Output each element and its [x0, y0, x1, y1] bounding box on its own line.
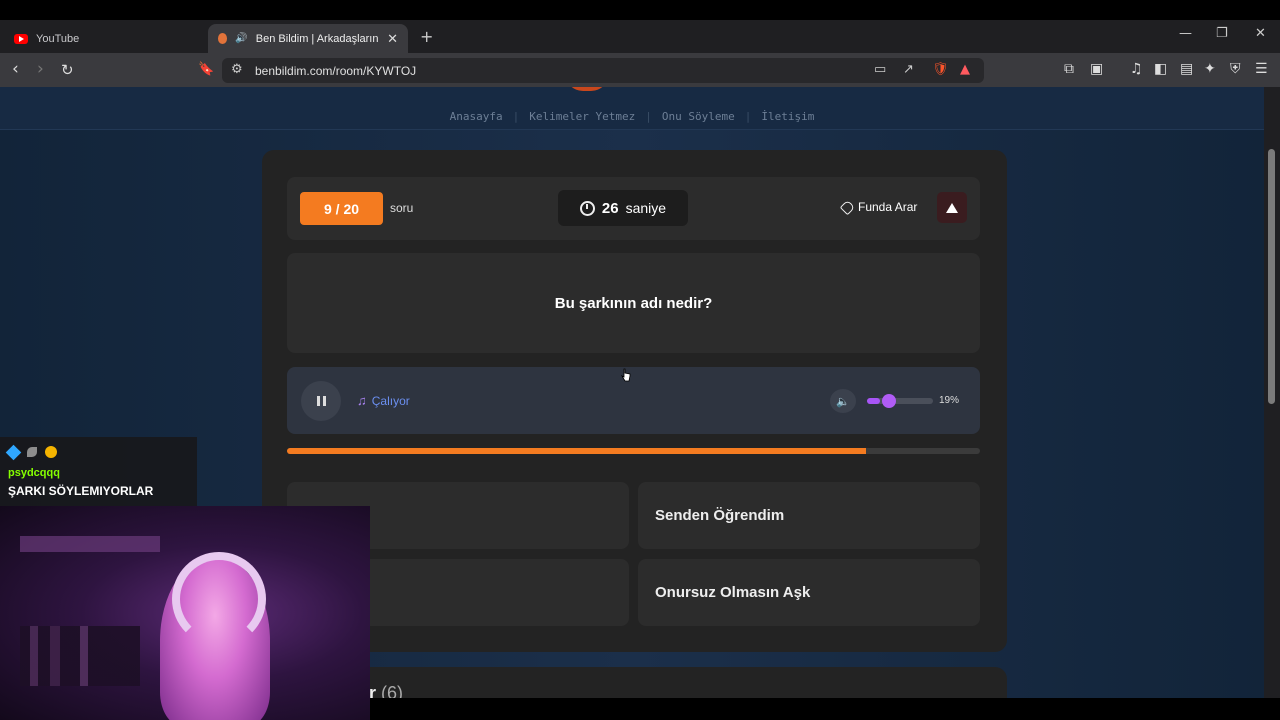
- nav-link-kelimeler[interactable]: Kelimeler Yetmez: [529, 110, 635, 123]
- tab-benbildim[interactable]: 🔊 Ben Bildim | Arkadaşlarınla Ol ✕: [208, 24, 408, 53]
- nav-link-onu-soyleme[interactable]: Onu Söyleme: [662, 110, 735, 123]
- question-counter-suffix: soru: [390, 201, 414, 215]
- nav-link-home[interactable]: Anasayfa: [450, 110, 503, 123]
- close-tab-icon[interactable]: ✕: [387, 31, 398, 47]
- site-nav: Anasayfa | Kelimeler Yetmez | Onu Söylem…: [0, 87, 1264, 130]
- url-text: benbildim.com/room/KYWTOJ: [255, 63, 417, 78]
- answer-option[interactable]: Senden Öğrendim: [638, 482, 980, 549]
- pause-icon: [316, 396, 320, 406]
- stream-chat-overlay: psydcqqq ŞARKI SÖYLEMIYORLAR: [0, 437, 197, 513]
- prime-badge-icon: [5, 444, 22, 460]
- restore-button[interactable]: ❐: [1216, 26, 1228, 41]
- screenshot-icon[interactable]: ▣: [1090, 61, 1103, 77]
- youtube-icon: [14, 33, 28, 44]
- webcam-overlay: [0, 506, 370, 720]
- cast-icon[interactable]: ▭: [874, 62, 886, 77]
- webcam-background-items: [20, 626, 140, 686]
- volume-percent: 19%: [939, 395, 960, 406]
- tool-badge-icon: [27, 447, 37, 457]
- share-icon[interactable]: ↗: [903, 62, 914, 77]
- ai-icon[interactable]: ✦: [1204, 61, 1216, 77]
- reload-button[interactable]: ↻: [61, 61, 74, 79]
- nav-separator: |: [512, 110, 520, 123]
- minimize-button[interactable]: —: [1179, 26, 1192, 41]
- report-button[interactable]: [937, 192, 967, 223]
- tab-title: YouTube: [36, 32, 80, 45]
- chat-message: ŞARKI SÖYLEMIYORLAR: [8, 484, 154, 498]
- wallet-icon[interactable]: ▤: [1180, 61, 1193, 77]
- extensions-icon[interactable]: ⧉: [1064, 61, 1074, 77]
- page-scrollbar[interactable]: [1264, 87, 1280, 700]
- question-counter: 9 / 20: [300, 192, 383, 225]
- nav-link-contact[interactable]: İletişim: [761, 110, 814, 123]
- forward-button[interactable]: ›: [37, 59, 44, 79]
- nav-separator: |: [645, 110, 652, 123]
- tab-youtube[interactable]: YouTube: [4, 24, 204, 53]
- webcam-shelf: [20, 536, 160, 552]
- sidebar-icon[interactable]: ◧: [1154, 61, 1167, 77]
- tab-title: Ben Bildim | Arkadaşlarınla Ol: [255, 32, 379, 45]
- close-window-button[interactable]: ✕: [1255, 26, 1266, 41]
- address-bar[interactable]: ⚙ benbildim.com/room/KYWTOJ ▭ ↗ 🛡 ▲: [222, 58, 984, 83]
- players-card: lar (6): [262, 667, 1007, 700]
- window-top-edge: [0, 0, 1280, 20]
- time-progress-bar: [287, 448, 980, 454]
- brave-rewards-icon[interactable]: ▲: [960, 62, 970, 77]
- coin-badge-icon: [45, 446, 57, 458]
- vpn-icon[interactable]: ⛨: [1230, 61, 1241, 77]
- volume-slider[interactable]: [867, 394, 933, 408]
- timer-unit: saniye: [625, 200, 667, 216]
- headphones-image: [172, 552, 266, 646]
- quiz-status-bar: 9 / 20 soru 26 saniye Funda Arar: [287, 177, 980, 240]
- volume-knob[interactable]: [881, 394, 896, 408]
- progress-fill: [287, 448, 866, 454]
- tag-icon: [839, 199, 856, 215]
- player-name: Funda Arar: [858, 200, 918, 214]
- pause-button[interactable]: [301, 381, 341, 421]
- volume-fill: [867, 398, 880, 404]
- menu-icon[interactable]: ☰: [1255, 61, 1268, 77]
- question-text: Bu şarkının adı nedir?: [287, 253, 980, 353]
- site-favicon-icon: [218, 33, 228, 44]
- quiz-card: 9 / 20 soru 26 saniye Funda Arar Bu şark…: [262, 150, 1007, 652]
- playing-label: Çalıyor: [371, 393, 410, 408]
- answer-option[interactable]: Onursuz Olmasın Aşk: [638, 559, 980, 626]
- chat-badges: [5, 444, 57, 460]
- tab-strip: YouTube 🔊 Ben Bildim | Arkadaşlarınla Ol…: [0, 20, 1280, 53]
- nav-separator: |: [744, 110, 752, 123]
- timer-value: 26: [601, 199, 619, 217]
- audio-player: ♫ Çalıyor 🔈 19%: [287, 367, 980, 434]
- chat-username: psydcqqq: [8, 467, 60, 479]
- playing-status: ♫ Çalıyor: [357, 393, 410, 408]
- speaker-icon: 🔊: [235, 33, 248, 44]
- mouse-cursor-icon: [621, 368, 631, 382]
- warning-icon: [946, 202, 958, 213]
- site-info-icon[interactable]: ⚙: [231, 62, 243, 77]
- back-button[interactable]: ‹: [12, 59, 19, 79]
- brave-shields-icon[interactable]: 🛡: [932, 62, 949, 77]
- site-logo[interactable]: [565, 87, 609, 91]
- music-icon[interactable]: ♫: [1130, 61, 1143, 77]
- scrollbar-thumb[interactable]: [1268, 149, 1275, 404]
- countdown-timer: 26 saniye: [558, 190, 688, 226]
- music-note-icon: ♫: [357, 393, 367, 408]
- bookmark-icon[interactable]: 🔖: [198, 62, 214, 77]
- new-tab-button[interactable]: +: [420, 27, 433, 46]
- current-player: Funda Arar: [839, 199, 918, 215]
- clock-icon: [579, 200, 595, 216]
- volume-button[interactable]: 🔈: [830, 389, 856, 413]
